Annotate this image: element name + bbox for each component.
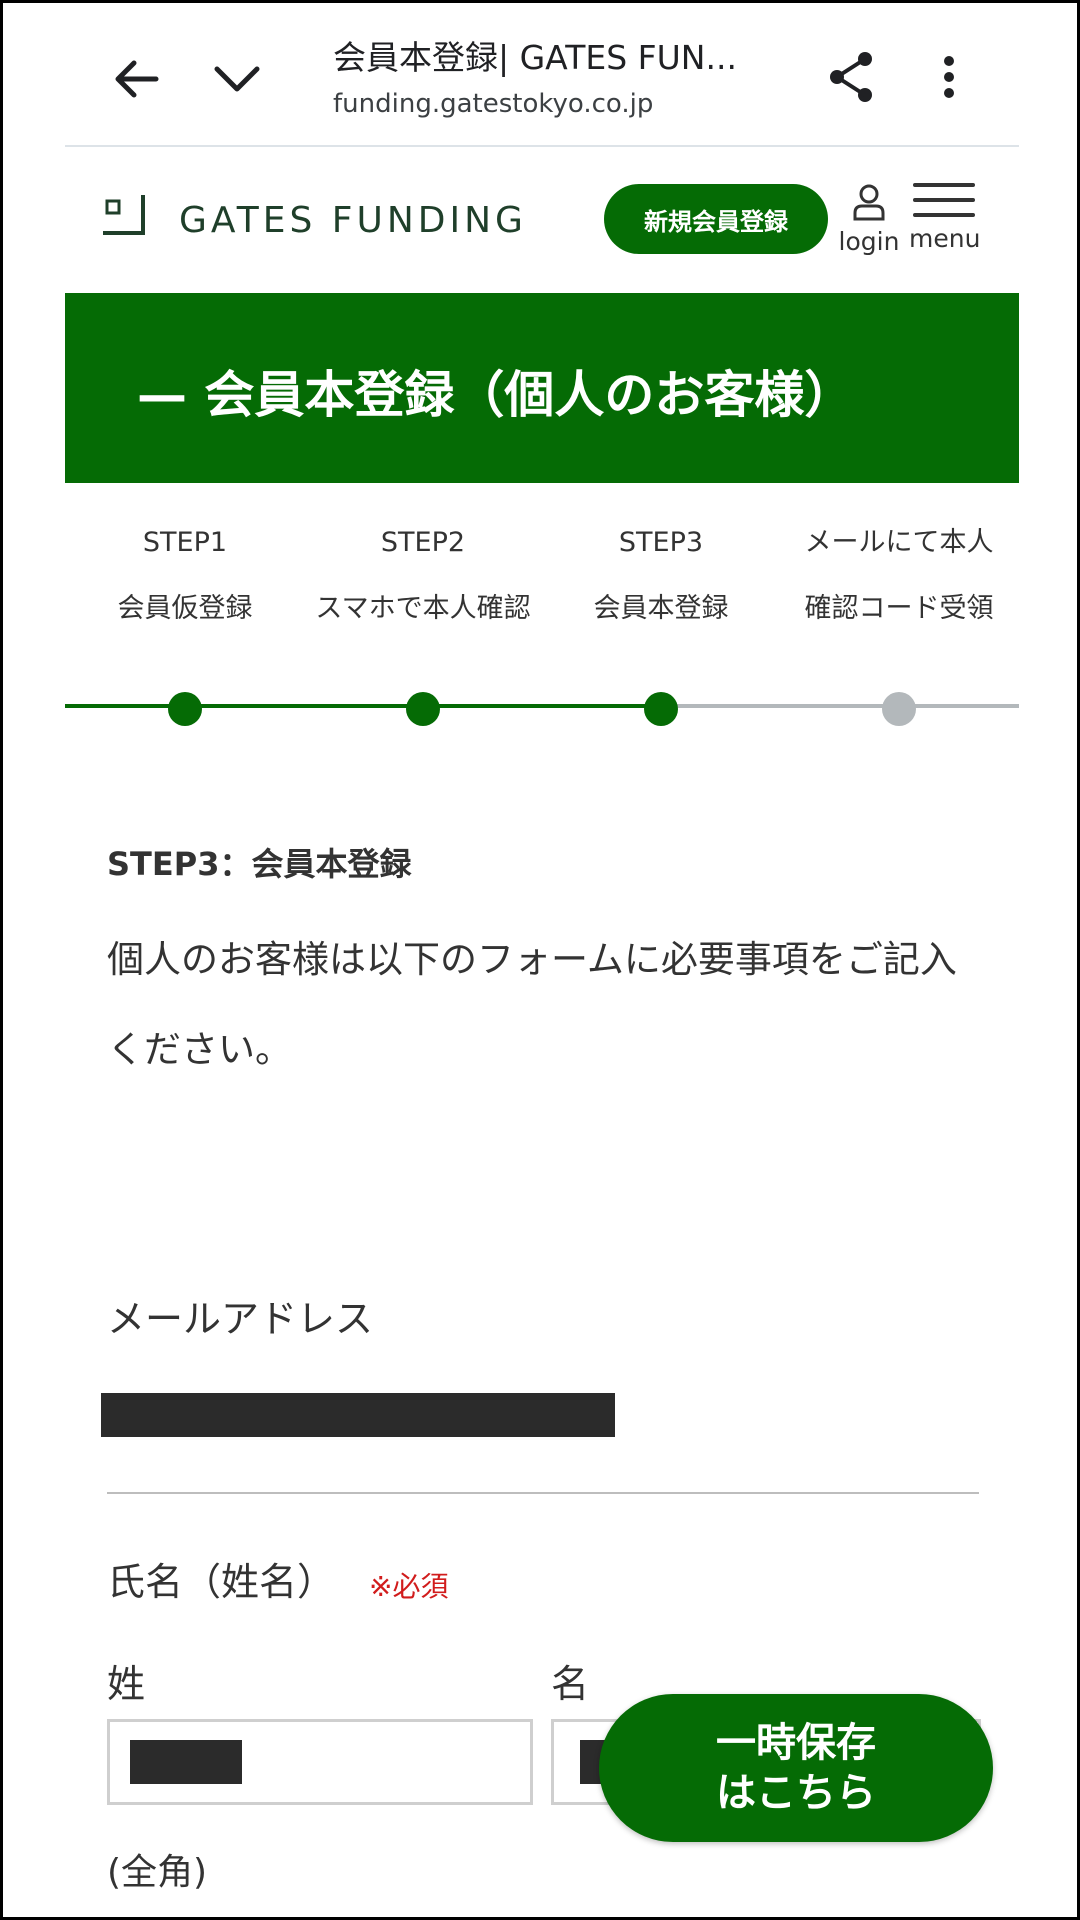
step-number: メールにて本人 (804, 527, 994, 558)
step-heading: STEP3：会員本登録 (107, 845, 412, 883)
step-label: スマホで本人確認 (315, 593, 531, 624)
logo-text: GATES FUNDING (179, 200, 527, 241)
step-dot (882, 692, 916, 726)
first-name-label: 名 (551, 1662, 590, 1706)
step-number: STEP3 (618, 527, 704, 558)
fullwidth-hint: (全角) (107, 1852, 208, 1893)
screen: 会員本登録| GATES FUN... funding.gatestokyo.c… (0, 0, 1080, 1920)
last-name-label: 姓 (107, 1662, 146, 1706)
back-arrow-icon[interactable] (107, 49, 167, 109)
step-number: STEP2 (380, 527, 466, 558)
step-1: STEP1 会員仮登録 (65, 523, 305, 629)
name-label: 氏名（姓名） (107, 1560, 336, 1604)
login-button[interactable]: login (837, 183, 901, 256)
email-value-redacted (101, 1393, 615, 1437)
step-3: STEP3 会員本登録 (541, 523, 781, 629)
page-title[interactable]: 会員本登録| GATES FUN... (333, 31, 737, 79)
step-2: STEP2 スマホで本人確認 (303, 523, 543, 629)
save-button-line1: 一時保存 (716, 1720, 876, 1766)
menu-label: menu (909, 224, 981, 253)
banner-title: — 会員本登録（個人のお客様） (137, 366, 855, 424)
menu-button[interactable]: menu (909, 183, 981, 253)
page-banner: — 会員本登録（個人のお客様） (65, 293, 1019, 483)
required-badge: ※必須 (369, 1570, 449, 1603)
intro-text: 個人のお客様は以下のフォームに必要事項をご記入ください。 (107, 938, 957, 1071)
url-display[interactable]: funding.gatestokyo.co.jp (333, 89, 653, 119)
save-button-line2: はこちら (716, 1770, 876, 1816)
last-name-value-redacted (130, 1740, 242, 1784)
email-label: メールアドレス (107, 1297, 374, 1341)
step-dot (168, 692, 202, 726)
chevron-down-icon[interactable] (207, 49, 267, 109)
site-logo[interactable]: GATES FUNDING (103, 193, 527, 239)
hamburger-icon (913, 183, 975, 217)
logo-mark-icon (103, 195, 145, 235)
step-dot (406, 692, 440, 726)
progress-track-pending (661, 704, 1019, 708)
share-icon[interactable] (821, 47, 881, 107)
temporary-save-button[interactable]: 一時保存 はこちら (599, 1694, 993, 1842)
step-label: 会員仮登録 (117, 593, 253, 624)
step-number: STEP1 (142, 527, 228, 558)
last-name-input[interactable] (107, 1719, 533, 1805)
toolbar-divider (65, 145, 1019, 147)
step-4: メールにて本人 確認コード受領 (779, 523, 1019, 629)
login-label: login (838, 227, 900, 256)
form-divider (107, 1492, 979, 1494)
step-label: 確認コード受領 (804, 593, 994, 624)
step-dot (644, 692, 678, 726)
more-vert-icon[interactable] (919, 47, 979, 107)
user-icon (853, 184, 885, 221)
new-registration-button[interactable]: 新規会員登録 (604, 184, 828, 254)
step-label: 会員本登録 (593, 593, 729, 624)
progress-track-done (65, 704, 661, 708)
